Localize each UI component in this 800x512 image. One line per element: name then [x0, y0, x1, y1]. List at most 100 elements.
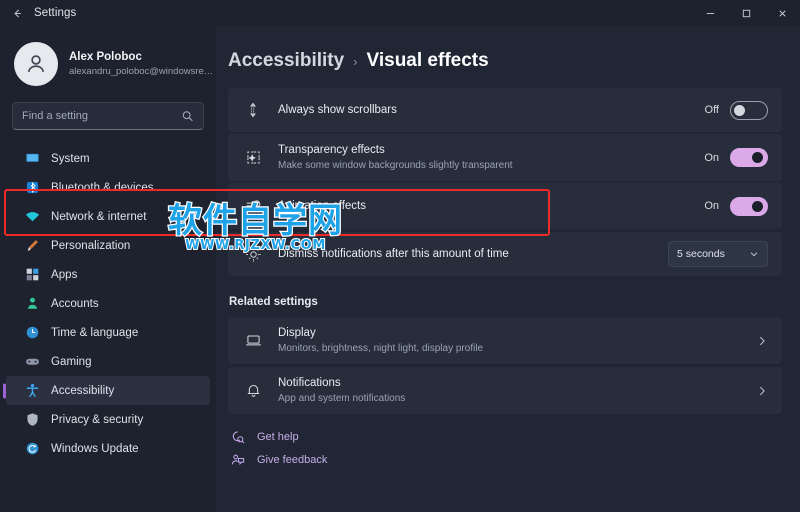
toggle-group: On: [704, 148, 768, 167]
link-label: Get help: [257, 431, 299, 443]
sidebar-item-system[interactable]: System: [6, 144, 210, 173]
help-links: Get help Give feedback: [228, 430, 782, 467]
sidebar-item-label: System: [51, 152, 90, 165]
sidebar-item-apps[interactable]: Apps: [6, 260, 210, 289]
sidebar-item-label: Network & internet: [51, 210, 147, 223]
related-subtitle: App and system notifications: [278, 392, 406, 404]
related-text: Notifications App and system notificatio…: [278, 375, 756, 407]
give-feedback-link[interactable]: Give feedback: [230, 453, 782, 467]
toggle-state-label: On: [704, 151, 719, 164]
dropdown-value: 5 seconds: [677, 248, 725, 260]
chevron-down-icon: [749, 249, 759, 259]
always-show-scrollbars-toggle[interactable]: [730, 100, 768, 120]
toggle-state-label: On: [704, 200, 719, 212]
title-bar: Settings: [0, 0, 800, 26]
paintbrush-icon: [24, 238, 40, 254]
sidebar-item-label: Accounts: [51, 297, 99, 310]
wifi-icon: [24, 209, 40, 225]
related-title: Display: [278, 326, 316, 339]
update-icon: [24, 441, 40, 457]
main-panel: Accessibility › Visual effects Always sh…: [216, 26, 800, 512]
sidebar-item-label: Time & language: [51, 326, 139, 339]
help-icon: [230, 430, 246, 444]
setting-row-dismiss-notifications[interactable]: Dismiss notifications after this amount …: [228, 232, 782, 276]
related-settings-heading: Related settings: [229, 296, 318, 308]
setting-row-transparency-effects[interactable]: Transparency effects Make some window ba…: [228, 134, 782, 181]
sidebar-item-label: Windows Update: [51, 442, 139, 455]
scrollbar-icon: [242, 102, 264, 118]
window-title: Settings: [34, 7, 77, 19]
setting-text: Transparency effects Make some window ba…: [278, 142, 704, 174]
feedback-icon: [230, 453, 246, 467]
sidebar-item-privacy-security[interactable]: Privacy & security: [6, 405, 210, 434]
sidebar-item-bluetooth-devices[interactable]: Bluetooth & devices: [6, 173, 210, 202]
window-content: Alex Poloboc alexandru_poloboc@windowsre…: [0, 26, 800, 512]
setting-title: Always show scrollbars: [278, 103, 397, 116]
setting-text: Dismiss notifications after this amount …: [278, 246, 668, 262]
bell-icon: [242, 382, 264, 399]
sidebar-nav: System Bluetooth & devices Network & int…: [0, 144, 216, 463]
dismiss-notifications-dropdown[interactable]: 5 seconds: [668, 241, 768, 267]
clock-icon: [24, 325, 40, 341]
breadcrumb-separator: ›: [353, 54, 358, 69]
animation-effects-toggle[interactable]: [730, 196, 768, 216]
account-email: alexandru_poloboc@windowsreport...: [69, 66, 216, 78]
link-label: Give feedback: [257, 454, 328, 466]
setting-row-animation-effects[interactable]: Animation effects On: [228, 183, 782, 229]
setting-row-always-show-scrollbars[interactable]: Always show scrollbars Off: [228, 88, 782, 132]
accessibility-icon: [24, 383, 40, 399]
setting-text: Always show scrollbars: [278, 102, 705, 118]
related-text: Display Monitors, brightness, night ligh…: [278, 325, 756, 357]
transparency-effects-toggle[interactable]: [730, 148, 768, 167]
account-block[interactable]: Alex Poloboc alexandru_poloboc@windowsre…: [0, 34, 216, 96]
sidebar-item-personalization[interactable]: Personalization: [6, 231, 210, 260]
settings-window: Settings Alex Poloboc alexandru_poloboc@…: [0, 0, 800, 512]
monitor-icon: [242, 332, 264, 349]
apps-icon: [24, 267, 40, 283]
toggle-group: On: [704, 196, 768, 216]
brightness-icon: [242, 246, 264, 263]
sidebar-item-gaming[interactable]: Gaming: [6, 347, 210, 376]
search-wrapper: [0, 96, 216, 130]
shield-icon: [24, 412, 40, 428]
related-item-display[interactable]: Display Monitors, brightness, night ligh…: [228, 317, 782, 364]
bluetooth-icon: [24, 180, 40, 196]
account-name: Alex Poloboc: [69, 50, 142, 63]
minimize-button[interactable]: [692, 0, 728, 26]
sidebar-item-label: Apps: [51, 268, 78, 281]
sidebar-item-time-language[interactable]: Time & language: [6, 318, 210, 347]
setting-subtitle: Make some window backgrounds slightly tr…: [278, 159, 513, 171]
page-title: Visual effects: [366, 50, 489, 71]
chevron-right-icon: [756, 335, 768, 347]
sidebar-item-windows-update[interactable]: Windows Update: [6, 434, 210, 463]
setting-title: Transparency effects: [278, 143, 385, 156]
breadcrumb: Accessibility › Visual effects: [228, 26, 782, 88]
search-input[interactable]: [22, 110, 194, 122]
window-controls: [692, 0, 800, 26]
search-icon: [181, 110, 194, 123]
setting-text: Animation effects: [278, 198, 704, 214]
chevron-right-icon: [756, 385, 768, 397]
sidebar-item-accounts[interactable]: Accounts: [6, 289, 210, 318]
sidebar-item-label: Gaming: [51, 355, 92, 368]
back-button[interactable]: [0, 0, 34, 26]
display-icon: [24, 151, 40, 167]
search-box[interactable]: [12, 102, 204, 130]
sidebar-item-network-internet[interactable]: Network & internet: [6, 202, 210, 231]
account-icon: [24, 296, 40, 312]
related-subtitle: Monitors, brightness, night light, displ…: [278, 342, 484, 354]
toggle-group: Off: [704, 100, 768, 120]
breadcrumb-root[interactable]: Accessibility: [228, 50, 344, 72]
animation-icon: [242, 198, 264, 215]
related-item-notifications[interactable]: Notifications App and system notificatio…: [228, 367, 782, 414]
account-text: Alex Poloboc alexandru_poloboc@windowsre…: [69, 50, 216, 79]
sidebar: Alex Poloboc alexandru_poloboc@windowsre…: [0, 26, 216, 512]
maximize-button[interactable]: [728, 0, 764, 26]
sidebar-item-label: Privacy & security: [51, 413, 144, 426]
setting-title: Dismiss notifications after this amount …: [278, 247, 509, 260]
sidebar-item-accessibility[interactable]: Accessibility: [6, 376, 210, 405]
close-button[interactable]: [764, 0, 800, 26]
toggle-state-label: Off: [704, 104, 719, 116]
sidebar-item-label: Bluetooth & devices: [51, 181, 154, 194]
get-help-link[interactable]: Get help: [230, 430, 782, 444]
